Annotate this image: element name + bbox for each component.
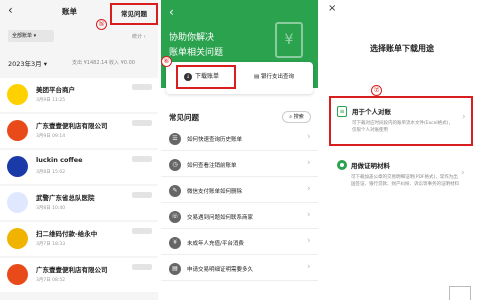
hero-title-line1: 协助你解决 (169, 33, 215, 43)
amount-placeholder (132, 192, 152, 198)
faq-item[interactable]: ✎ 微信支付账单如何删除 › (161, 180, 318, 203)
transaction-row[interactable]: 广东壹壹便利店有限公司 3月7日 08:52 (0, 258, 158, 292)
transaction-row[interactable]: 武警广东省总队医院 3月8日 10:40 (0, 186, 158, 220)
option1-title: 用于个人对账 (352, 108, 391, 116)
chevron-right-icon: › (307, 210, 311, 220)
month-summary: 支出 ¥1482.14 收入 ¥0.00 (72, 60, 135, 66)
merchant-name: 扫二维码付款-给永中 (36, 230, 98, 238)
step-marker: ⑦ (371, 85, 382, 96)
merchant-name: 武警广东省总队医院 (36, 194, 95, 202)
faq-item-icon: ☏ (169, 211, 181, 223)
hospital-logo (7, 192, 28, 213)
action-card: ↓ 下载账单 ▤ 银行支出查询 (166, 62, 313, 94)
amount-placeholder (132, 264, 152, 270)
option1-description: 可下载对应时间段内的账单流水文件(Excel格式)，仅限个人对账使用 (352, 121, 453, 133)
faq-item-label: 交易遇到问题如何联系商家 (187, 215, 254, 221)
faq-item-label: 未成年人充值/平台消费 (187, 241, 244, 247)
chevron-right-icon[interactable]: › (461, 168, 465, 178)
chevron-right-icon: › (307, 262, 311, 272)
month-selector[interactable]: 2023年3月 ▾ (8, 58, 47, 68)
faq-item-icon: ▤ (169, 263, 181, 275)
merchant-name: 美团平台商户 (36, 86, 75, 94)
faq-item-icon: ☰ (169, 133, 181, 145)
option-personal-reconciliation[interactable]: ≡ 用于个人对账 可下载对应时间段内的账单流水文件(Excel格式)，仅限个人对… (329, 96, 473, 146)
luckin-logo (7, 156, 28, 177)
bill-help-screen: ‹ 协助你解决 账单相关问题 ¥ ↓ 下载账单 ▤ 银行支出查询 ⑥ 常见问题 ⌕… (161, 0, 318, 300)
transaction-time: 3月7日 08:52 (36, 278, 66, 283)
download-purpose-sheet: × 选择账单下载用途 ≡ 用于个人对账 可下载对应时间段内的账单流水文件(Exc… (321, 0, 480, 300)
all-bills-filter[interactable]: 全部账单 ▾ (8, 30, 54, 42)
page-title: 账单 (62, 7, 77, 16)
hero-title-line2: 账单相关问题 (169, 48, 224, 58)
back-icon[interactable]: ‹ (169, 5, 174, 19)
bill-list-screen: ‹ 账单 常见问题 ⑤ 全部账单 ▾ 统计 › 2023年3月 ▾ 支出 ¥14… (0, 0, 158, 300)
transaction-time: 3月8日 15:02 (36, 170, 66, 175)
stats-link[interactable]: 统计 › (132, 33, 146, 40)
transaction-row[interactable]: luckin coffee 3月8日 15:02 (0, 150, 158, 184)
search-button[interactable]: ⌕ 搜索 (282, 111, 311, 123)
option2-description: 可下载加盖公章的交易明细证明(PDF格式)，常作为出国签证、银行贷款、财产纠纷、… (351, 175, 459, 187)
document-icon: ≡ (337, 106, 347, 117)
download-bill-button[interactable]: ↓ 下载账单 (176, 65, 236, 89)
faq-item-label: 如何快速查询历史账单 (187, 137, 243, 143)
seven-eleven-logo (7, 264, 28, 285)
option2-title[interactable]: 用做证明材料 (351, 160, 390, 170)
bill-document-icon: ¥ (275, 22, 303, 58)
faq-item-icon: ✎ (169, 185, 181, 197)
back-icon[interactable]: ‹ (8, 3, 13, 17)
chevron-right-icon: › (307, 236, 311, 246)
merchant-name: 广东壹壹便利店有限公司 (36, 122, 108, 130)
chevron-right-icon: › (307, 158, 311, 168)
transaction-time: 3月9日 09:14 (36, 134, 66, 139)
transaction-time: 3月9日 11:25 (36, 98, 66, 103)
faq-item[interactable]: ▤ 申请交易明细证明需要多久 › (161, 258, 318, 281)
faq-item-label: 申请交易明细证明需要多久 (187, 267, 254, 273)
faq-item[interactable]: ¥ 未成年人充值/平台消费 › (161, 232, 318, 255)
chevron-right-icon: › (307, 184, 311, 194)
transaction-time: 3月8日 10:40 (36, 206, 66, 211)
money-bag-icon (7, 228, 28, 249)
download-bill-label: 下载账单 (195, 73, 220, 80)
transaction-time: 3月7日 18:33 (36, 242, 66, 247)
amount-placeholder (132, 156, 152, 162)
seven-eleven-logo (7, 120, 28, 141)
faq-item-label: 微信支付账单如何删除 (187, 189, 243, 195)
amount-placeholder (132, 84, 152, 90)
chevron-right-icon: › (462, 112, 466, 122)
merchant-name: 广东壹壹便利店有限公司 (36, 266, 108, 274)
download-icon: ↓ (184, 72, 192, 81)
transaction-row[interactable]: 扫二维码付款-给永中 3月7日 18:33 (0, 222, 158, 256)
transaction-row[interactable]: 广东壹壹便利店有限公司 3月9日 09:14 (0, 114, 158, 148)
radio-selected-icon[interactable] (337, 160, 347, 170)
faq-item-label: 如何查看注销前账单 (187, 163, 237, 169)
bank-query-button[interactable]: ▤ 银行支出查询 (254, 72, 294, 80)
transaction-row[interactable]: 美团平台商户 3月9日 11:25 (0, 78, 158, 112)
faq-item[interactable]: ☏ 交易遇到问题如何联系商家 › (161, 206, 318, 229)
chevron-right-icon: › (307, 132, 311, 142)
step-marker: ⑤ (96, 19, 107, 30)
search-label: 搜索 (293, 114, 304, 120)
meituan-logo (7, 84, 28, 105)
faq-title: 常见问题 (169, 113, 199, 122)
faq-item[interactable]: ◷ 如何查看注销前账单 › (161, 154, 318, 177)
faq-button[interactable]: 常见问题 (110, 3, 158, 25)
faq-item[interactable]: ☰ 如何快速查询历史账单 › (161, 128, 318, 151)
sheet-title: 选择账单下载用途 (370, 44, 434, 53)
faq-item-icon: ¥ (169, 237, 181, 249)
faq-item-icon: ◷ (169, 159, 181, 171)
corner-icon (449, 286, 471, 300)
amount-placeholder (132, 120, 152, 126)
bank-query-label: 银行支出查询 (260, 74, 294, 80)
amount-placeholder (132, 228, 152, 234)
merchant-name: luckin coffee (36, 156, 83, 164)
step-marker: ⑥ (161, 56, 172, 67)
close-icon[interactable]: × (328, 3, 336, 14)
